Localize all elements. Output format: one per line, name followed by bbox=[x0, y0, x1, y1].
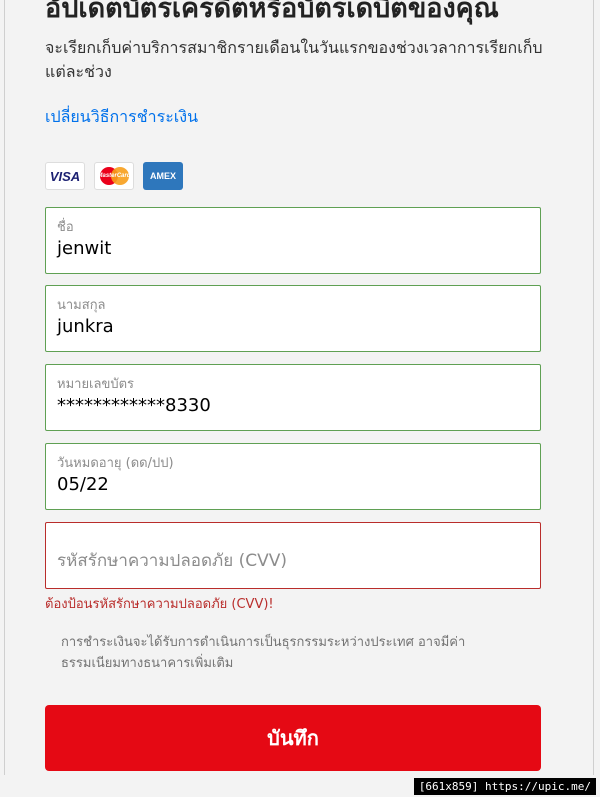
card-number-value[interactable]: ************8330 bbox=[57, 395, 211, 416]
page-subtitle: จะเรียกเก็บค่าบริการสมาชิกรายเดือนในวันแ… bbox=[45, 38, 543, 81]
first-name-value[interactable]: jenwit bbox=[57, 238, 111, 259]
change-payment-method-link[interactable]: เปลี่ยนวิธีการชำระเงิน bbox=[45, 105, 198, 130]
expiry-label: วันหมดอายุ (ดด/ปป) bbox=[57, 456, 174, 471]
card-number-label: หมายเลขบัตร bbox=[57, 377, 135, 392]
amex-logo-text: AMEX bbox=[149, 171, 176, 181]
card-number-field[interactable]: หมายเลขบัตร ************8330 bbox=[45, 364, 541, 431]
cvv-error-message: ต้องป้อนรหัสรักษาความปลอดภัย (CVV)! bbox=[45, 597, 274, 612]
expiry-field[interactable]: วันหมดอายุ (ดด/ปป) 05/22 bbox=[45, 443, 541, 510]
last-name-value[interactable]: junkra bbox=[57, 316, 114, 337]
save-button[interactable]: บันทึก bbox=[45, 705, 541, 771]
amex-logo: AMEX bbox=[143, 162, 183, 190]
cvv-placeholder[interactable]: รหัสรักษาความปลอดภัย (CVV) bbox=[57, 547, 287, 574]
mastercard-logo-text: MasterCard bbox=[97, 173, 131, 179]
card-logos: VISA MasterCard AMEX bbox=[45, 162, 183, 190]
mastercard-logo: MasterCard bbox=[94, 162, 134, 190]
last-name-field[interactable]: นามสกุล junkra bbox=[45, 285, 541, 352]
page-title: อัปเดตบัตรเครดิตหรือบัตรเดบิตของคุณ bbox=[45, 0, 499, 24]
visa-logo: VISA bbox=[45, 162, 85, 190]
watermark: [661x859] https://upic.me/ bbox=[413, 778, 596, 795]
international-fee-note: การชำระเงินจะได้รับการดำเนินการเป็นธุรกร… bbox=[61, 635, 466, 671]
last-name-label: นามสกุล bbox=[57, 298, 106, 313]
expiry-value[interactable]: 05/22 bbox=[57, 474, 109, 495]
page-frame: อัปเดตบัตรเครดิตหรือบัตรเดบิตของคุณ จะเร… bbox=[4, 0, 594, 775]
first-name-label: ชื่อ bbox=[57, 220, 74, 235]
cvv-field[interactable]: รหัสรักษาความปลอดภัย (CVV) bbox=[45, 522, 541, 589]
first-name-field[interactable]: ชื่อ jenwit bbox=[45, 207, 541, 274]
visa-logo-text: VISA bbox=[49, 168, 81, 184]
